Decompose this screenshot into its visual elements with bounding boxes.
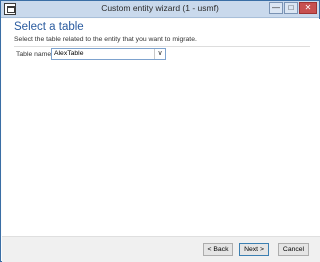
header-divider — [14, 46, 310, 47]
wizard-window: Custom entity wizard (1 - usmf) — □ ✕ Se… — [0, 0, 320, 262]
page-title: Select a table — [14, 21, 84, 33]
page-description: Select the table related to the entity t… — [14, 36, 197, 43]
table-name-combobox[interactable]: AlexTable ∨ — [51, 48, 166, 60]
table-name-value[interactable]: AlexTable — [54, 50, 152, 58]
maximize-button[interactable]: □ — [284, 2, 298, 14]
wizard-content: Select a table Select the table related … — [2, 19, 320, 236]
minimize-button[interactable]: — — [269, 2, 283, 14]
table-name-label: Table name: — [16, 51, 54, 58]
close-button[interactable]: ✕ — [299, 2, 317, 14]
wizard-footer: < Back Next > Cancel — [2, 236, 320, 262]
back-button[interactable]: < Back — [203, 243, 233, 256]
next-button[interactable]: Next > — [239, 243, 269, 256]
title-bar[interactable]: Custom entity wizard (1 - usmf) — □ ✕ — [1, 1, 319, 18]
chevron-down-icon[interactable]: ∨ — [154, 49, 165, 59]
cancel-button[interactable]: Cancel — [278, 243, 309, 256]
